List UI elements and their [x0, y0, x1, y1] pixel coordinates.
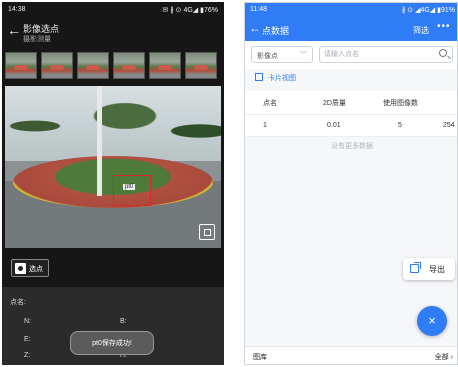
coord-z-label: Z: — [24, 352, 31, 359]
search-box[interactable] — [319, 46, 453, 63]
card-view-label: 卡片视图 — [268, 75, 296, 82]
right-phone-screen: 11:48 ∦ ⊙ ◢4G◢ ▮91% ← 点数据 筛选 ••• 影像点 ﹀ 卡… — [244, 2, 458, 365]
point-type-select[interactable]: 影像点 ﹀ — [251, 46, 313, 63]
photo-thumbnail[interactable] — [149, 52, 181, 79]
status-indicators: ✉ ∦ ⊙ 4G◢ ▮76% — [162, 7, 218, 14]
close-fab-button[interactable]: × — [417, 306, 447, 336]
thumbnail-strip — [5, 52, 221, 82]
select-point-button[interactable]: 选点 — [11, 259, 49, 277]
status-indicators: ∦ ⊙ ◢4G◢ ▮91% — [401, 7, 455, 14]
left-phone-screen: 14:38 ✉ ∦ ⊙ 4G◢ ▮76% ← 影像选点 摄影测量 pt0 选点 … — [2, 2, 224, 365]
export-label: 导出 — [429, 265, 445, 274]
photo-thumbnail[interactable] — [77, 52, 109, 79]
export-icon — [410, 262, 421, 273]
coord-b-label: B: — [120, 318, 127, 325]
point-type-value: 影像点 — [257, 53, 278, 60]
fullscreen-icon[interactable] — [199, 224, 215, 240]
column-header: 使用图像数 — [383, 100, 418, 107]
card-view-icon — [255, 73, 263, 81]
search-row: 影像点 ﹀ — [245, 41, 457, 69]
coord-n-label: N: — [24, 318, 31, 325]
no-more-data-text: 没有更多数据 — [331, 143, 373, 150]
filter-button[interactable]: 筛选 — [413, 25, 429, 36]
table-header-row: 点名 2D质量 使用图像数 — [245, 91, 457, 115]
table-cell: 254 — [443, 122, 455, 129]
photo-thumbnail[interactable] — [113, 52, 145, 79]
photo-thumbnail[interactable] — [185, 52, 217, 79]
header: ← 影像选点 摄影测量 — [2, 18, 224, 48]
table-cell: 0.01 — [327, 122, 341, 129]
photo-pole — [97, 86, 102, 196]
back-arrow-icon[interactable]: ← — [249, 21, 261, 35]
column-header: 2D质量 — [323, 100, 346, 107]
page-subtitle: 摄影测量 — [23, 36, 51, 43]
more-icon[interactable]: ••• — [437, 21, 451, 32]
status-time: 14:38 — [8, 6, 26, 13]
main-photo-view[interactable]: pt0 — [5, 86, 221, 248]
app-bar: 11:48 ∦ ⊙ ◢4G◢ ▮91% ← 点数据 筛选 ••• — [245, 3, 457, 41]
gallery-label: 图库 — [253, 354, 267, 361]
table-cell: 1 — [263, 122, 267, 129]
coord-e-label: E: — [24, 336, 31, 343]
point-tag: pt0 — [123, 184, 136, 190]
photo-thumbnail[interactable] — [5, 52, 37, 79]
select-point-label: 选点 — [29, 266, 43, 273]
page-title: 点数据 — [262, 26, 290, 36]
crosshair-icon — [15, 263, 26, 274]
save-success-toast: pt0保存成功! — [70, 331, 154, 355]
search-icon[interactable] — [439, 49, 447, 57]
photo-thumbnail[interactable] — [41, 52, 73, 79]
point-name-label: 点名: — [10, 299, 26, 306]
bottom-bar: 图库 全部 › — [245, 346, 457, 364]
point-selection-frame — [113, 175, 151, 206]
point-data-table: 点名 2D质量 使用图像数 1 0.01 5 254 — [245, 91, 457, 137]
chevron-down-icon: ﹀ — [300, 52, 307, 59]
column-header: 点名 — [263, 100, 277, 107]
search-input[interactable] — [324, 48, 434, 61]
card-view-toggle[interactable]: 卡片视图 — [255, 73, 296, 85]
status-time: 11:48 — [250, 6, 267, 13]
status-bar: 14:38 ✉ ∦ ⊙ 4G◢ ▮76% — [2, 2, 224, 18]
table-row[interactable]: 1 0.01 5 254 — [245, 115, 457, 137]
all-filter-link[interactable]: 全部 › — [435, 352, 453, 362]
export-button[interactable]: 导出 — [403, 258, 455, 280]
back-arrow-icon[interactable]: ← — [7, 22, 21, 38]
photo-trees — [5, 86, 221, 166]
table-cell: 5 — [398, 122, 402, 129]
